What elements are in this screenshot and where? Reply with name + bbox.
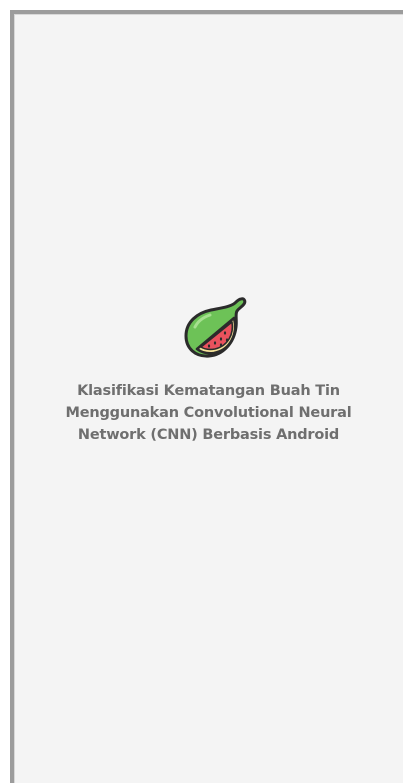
app-title-line-1: Klasifikasi Kematangan Buah Tin	[77, 383, 340, 399]
app-title-line-2: Menggunakan Convolutional Neural	[65, 405, 352, 421]
app-title-line-3: Network (CNN) Berbasis Android	[77, 427, 340, 443]
fig-fruit-icon	[184, 297, 247, 358]
app-title: Klasifikasi Kematangan Buah Tin Mengguna…	[14, 380, 403, 446]
splash-screen: Klasifikasi Kematangan Buah Tin Mengguna…	[10, 10, 403, 783]
